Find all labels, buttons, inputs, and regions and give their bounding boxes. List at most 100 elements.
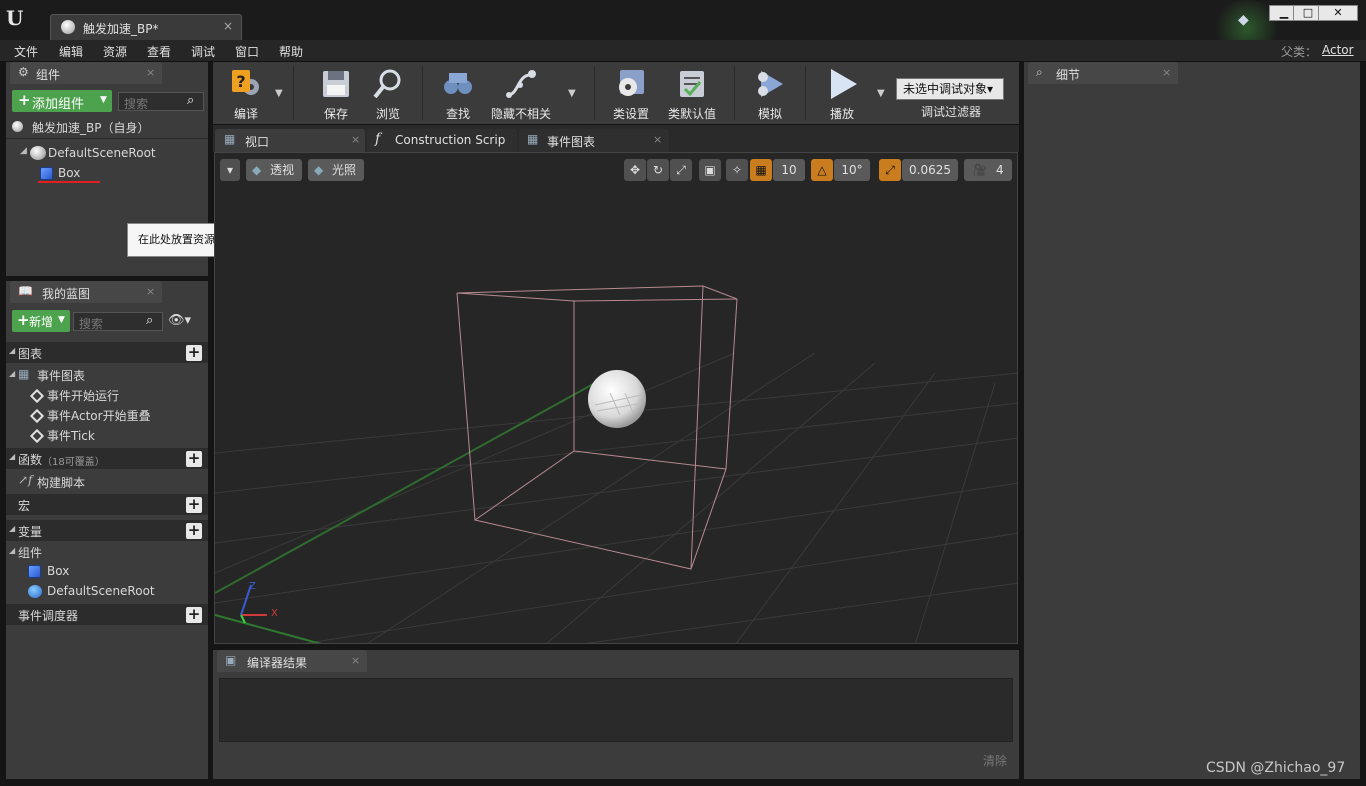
camera-speed-button[interactable]: 🎥 4	[964, 159, 1012, 181]
add-variable-button[interactable]: +	[186, 523, 202, 539]
compile-button[interactable]: ? 编译	[215, 62, 277, 124]
add-graph-button[interactable]: +	[186, 345, 202, 361]
tab-construction-script[interactable]: f Construction Scrip	[367, 129, 517, 152]
menu-window[interactable]: 窗口	[235, 43, 259, 60]
world-local-icon[interactable]: ▣	[699, 159, 721, 181]
section-macros[interactable]: 宏 +	[6, 494, 208, 515]
rotation-snap-toggle-icon[interactable]: △	[811, 159, 833, 181]
play-button[interactable]: 播放	[817, 62, 867, 124]
section-graphs[interactable]: ◢ 图表 +	[6, 342, 208, 363]
eye-icon[interactable]: 👁▾	[168, 313, 191, 328]
add-component-button[interactable]: + 添加组件 ▼	[12, 90, 112, 112]
event-item[interactable]: 事件Actor开始重叠	[47, 407, 151, 424]
section-functions[interactable]: ◢ 函数 （18可覆盖） +	[6, 448, 208, 469]
tree-expand-icon[interactable]: ◢	[20, 146, 27, 156]
browse-button[interactable]: 浏览	[363, 62, 413, 124]
translate-tool-icon[interactable]: ✥	[624, 159, 646, 181]
details-tab-close-icon[interactable]: ×	[1162, 66, 1171, 79]
compiler-results-tab[interactable]: ▣ 编译器结果 ×	[217, 650, 367, 672]
details-tab[interactable]: ⌕ 细节 ×	[1028, 62, 1178, 84]
menu-debug[interactable]: 调试	[191, 43, 215, 60]
document-tab[interactable]: 触发加速_BP* ×	[50, 14, 242, 40]
grid-snap-value[interactable]: 10	[773, 159, 805, 181]
compile-options-arrow-icon[interactable]: ▼	[275, 88, 283, 99]
save-button[interactable]: 保存	[311, 62, 361, 124]
search-icon: ⌕	[187, 93, 195, 108]
event-graph-item[interactable]: 事件图表	[37, 367, 85, 384]
rotate-tool-icon[interactable]: ↻	[647, 159, 669, 181]
menu-edit[interactable]: 编辑	[59, 43, 83, 60]
menu-assets[interactable]: 资源	[103, 43, 127, 60]
components-search-input[interactable]: 搜索 ⌕	[118, 92, 204, 111]
box-component-icon	[40, 167, 53, 180]
tree-item-box[interactable]: Box	[58, 166, 80, 180]
add-function-button[interactable]: +	[186, 451, 202, 467]
compiler-results-tab-close-icon[interactable]: ×	[351, 654, 360, 667]
event-item[interactable]: 事件Tick	[47, 427, 95, 444]
viewport-scene	[215, 285, 1017, 643]
parent-class-link[interactable]: Actor	[1322, 43, 1354, 57]
my-blueprint-tab[interactable]: 📖 我的蓝图 ×	[10, 281, 162, 303]
viewport[interactable]: X Z ▾ ◆ 透视 ◆ 光照 ✥ ↻ ⤢ ▣ ✧ ▦ 10 △ 10° ⤢ 0…	[214, 152, 1018, 644]
tab-event-graph-close-icon[interactable]: ×	[653, 133, 662, 146]
components-tab[interactable]: ⚙ 组件 ×	[10, 62, 162, 84]
section-macros-label: 宏	[18, 499, 31, 513]
menu-help[interactable]: 帮助	[279, 43, 303, 60]
add-event-dispatcher-button[interactable]: +	[186, 607, 202, 623]
expand-arrow-icon: ◢	[9, 346, 16, 355]
compiler-results-log[interactable]	[219, 678, 1013, 742]
hide-unrelated-button[interactable]: 隐藏不相关	[485, 62, 557, 124]
event-item[interactable]: 事件开始运行	[47, 387, 119, 404]
blueprint-search-input[interactable]: 搜索 ⌕	[73, 312, 163, 331]
variable-component-box[interactable]: Box	[47, 564, 69, 578]
section-variables[interactable]: ◢ 变量 +	[6, 520, 208, 541]
rotation-snap-value[interactable]: 10°	[834, 159, 870, 181]
perspective-button[interactable]: ◆ 透视	[246, 159, 302, 181]
x-axis-line	[215, 614, 322, 643]
blueprint-mode-icon[interactable]: ◆	[1238, 12, 1256, 30]
clear-button[interactable]: 清除	[983, 752, 1007, 769]
new-button[interactable]: + 新增 ▼	[12, 310, 70, 332]
find-button[interactable]: 查找	[433, 62, 483, 124]
editor-tab-strip: ▦ 视口 × f Construction Scrip ▦ 事件图表 ×	[213, 125, 1019, 152]
scene-root-icon	[30, 146, 46, 160]
construction-script-item[interactable]: 构建脚本	[37, 474, 85, 491]
lit-button[interactable]: ◆ 光照	[308, 159, 364, 181]
y-axis-line	[215, 382, 596, 594]
scale-snap-toggle-icon[interactable]: ⤢	[879, 159, 901, 181]
menu-view[interactable]: 查看	[147, 43, 171, 60]
scale-snap-value[interactable]: 0.0625	[902, 159, 958, 181]
tab-viewport-close-icon[interactable]: ×	[351, 133, 360, 146]
surface-snap-icon[interactable]: ✧	[726, 159, 748, 181]
debug-object-select[interactable]: 未选中调试对象▾	[896, 78, 1004, 100]
tab-construction-script-label: Construction Scrip	[395, 133, 506, 147]
play-options-arrow-icon[interactable]: ▼	[877, 88, 885, 99]
plus-icon: +	[18, 91, 31, 109]
add-macro-button[interactable]: +	[186, 497, 202, 513]
self-item[interactable]: 触发加速_BP（自身）	[32, 119, 149, 136]
function-icon: ↗f	[18, 473, 33, 487]
chevron-down-icon: ▼	[100, 95, 107, 105]
class-defaults-button[interactable]: 类默认值	[661, 62, 723, 124]
document-tab-close-icon[interactable]: ×	[223, 19, 233, 33]
scale-tool-icon[interactable]: ⤢	[670, 159, 692, 181]
expand-arrow-icon[interactable]: ◢	[9, 546, 15, 555]
components-tab-close-icon[interactable]: ×	[146, 66, 155, 79]
tab-viewport[interactable]: ▦ 视口 ×	[215, 129, 365, 152]
menu-file[interactable]: 文件	[14, 43, 38, 60]
class-settings-button[interactable]: 类设置	[605, 62, 657, 124]
variable-component-defaultsceneroot[interactable]: DefaultSceneRoot	[47, 584, 155, 598]
viewport-options-button[interactable]: ▾	[220, 159, 240, 181]
hide-unrelated-options-arrow-icon[interactable]: ▼	[568, 88, 576, 99]
grid-snap-toggle-icon[interactable]: ▦	[750, 159, 772, 181]
close-window-button[interactable]: ✕	[1318, 5, 1358, 21]
tab-event-graph[interactable]: ▦ 事件图表 ×	[519, 129, 669, 152]
my-blueprint-tab-close-icon[interactable]: ×	[146, 285, 155, 298]
event-diamond-icon	[29, 408, 45, 424]
expand-arrow-icon[interactable]: ◢	[9, 369, 15, 378]
section-event-dispatchers[interactable]: 事件调度器 +	[6, 604, 208, 625]
tree-item-defaultsceneroot[interactable]: DefaultSceneRoot	[48, 146, 156, 160]
event-graph-icon: ▦	[18, 367, 30, 381]
components-category[interactable]: 组件	[18, 544, 42, 561]
simulate-button[interactable]: 模拟	[745, 62, 795, 124]
